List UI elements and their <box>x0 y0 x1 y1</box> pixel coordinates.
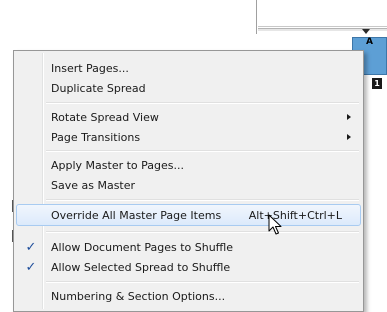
menu-item-label: Save as Master <box>51 179 136 192</box>
panel-separator <box>258 26 387 27</box>
menu-item-override-master-items[interactable]: Override All Master Page Items Alt+Shift… <box>16 204 361 226</box>
panel-slider-thumb-icon[interactable] <box>362 29 370 34</box>
menu-item-allow-document-shuffle[interactable]: ✓ Allow Document Pages to Shuffle <box>16 236 361 258</box>
menu-item-label: Rotate Spread View <box>51 111 159 124</box>
context-menu: Insert Pages... Duplicate Spread Rotate … <box>13 50 364 312</box>
menu-item-label: Insert Pages... <box>51 62 129 75</box>
submenu-arrow-icon <box>347 134 351 140</box>
menu-item-save-as-master[interactable]: Save as Master <box>16 174 361 196</box>
checkmark-icon: ✓ <box>25 260 37 275</box>
menu-item-numbering-section-options[interactable]: Numbering & Section Options... <box>16 285 361 307</box>
menu-item-label: Numbering & Section Options... <box>51 290 226 303</box>
menu-separator <box>46 102 359 104</box>
checkmark-icon: ✓ <box>25 240 37 255</box>
page-number-label: 1 <box>372 78 382 89</box>
menu-item-label: Allow Document Pages to Shuffle <box>51 241 234 254</box>
menu-item-label: Allow Selected Spread to Shuffle <box>51 261 231 274</box>
menu-separator <box>46 231 359 233</box>
menu-separator <box>46 281 359 283</box>
page-master-prefix: A <box>366 37 373 47</box>
menu-item-label: Override All Master Page Items <box>51 209 222 222</box>
menu-item-rotate-spread-view[interactable]: Rotate Spread View <box>16 106 361 128</box>
menu-item-allow-spread-shuffle[interactable]: ✓ Allow Selected Spread to Shuffle <box>16 256 361 278</box>
menu-item-page-transitions[interactable]: Page Transitions <box>16 126 361 148</box>
arrow-cursor-icon <box>268 214 282 235</box>
menu-item-label: Apply Master to Pages... <box>51 159 185 172</box>
menu-item-duplicate-spread[interactable]: Duplicate Spread <box>16 77 361 99</box>
menu-item-label: Page Transitions <box>51 131 141 144</box>
panel-divider <box>256 0 257 34</box>
submenu-arrow-icon <box>347 114 351 120</box>
menu-item-shortcut: Alt+Shift+Ctrl+L <box>248 209 342 222</box>
menu-item-label: Duplicate Spread <box>51 82 146 95</box>
menu-separator <box>46 150 359 152</box>
menu-item-insert-pages[interactable]: Insert Pages... <box>16 57 361 79</box>
menu-separator <box>46 199 359 201</box>
menu-item-apply-master[interactable]: Apply Master to Pages... <box>16 154 361 176</box>
